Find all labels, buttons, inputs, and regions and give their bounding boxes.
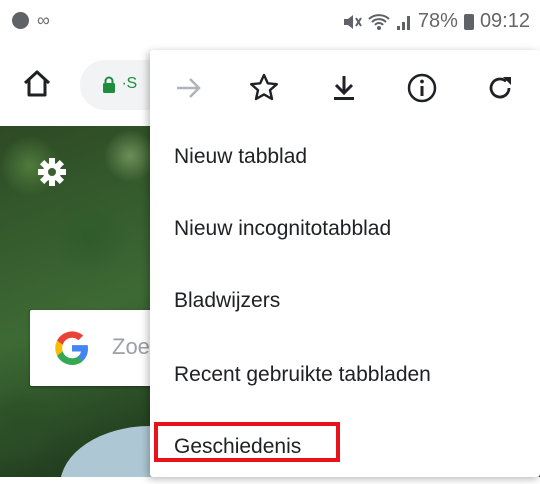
menu-item-new-tab[interactable]: Nieuw tabblad: [150, 122, 540, 194]
forward-icon[interactable]: [172, 72, 204, 104]
menu-item-bookmarks[interactable]: Bladwijzers: [150, 266, 540, 338]
menu-item-label: Recent gebruikte tabbladen: [174, 363, 431, 386]
gear-icon[interactable]: [36, 156, 68, 188]
status-right: 78% 09:12: [342, 10, 530, 33]
menu-item-label: Bladwijzers: [174, 289, 281, 312]
search-placeholder[interactable]: Zoe: [112, 334, 150, 360]
download-icon[interactable]: [328, 72, 360, 104]
bookmark-star-icon[interactable]: [248, 72, 280, 104]
wifi-icon: [368, 13, 390, 30]
lock-icon: [103, 76, 115, 93]
menu-item-recent-tabs[interactable]: Recent gebruikte tabbladen: [150, 340, 540, 412]
reload-icon[interactable]: [484, 72, 516, 104]
clock: 09:12: [479, 10, 530, 32]
omnibox-url[interactable]: ∙S: [122, 75, 137, 93]
highlight-annotation: [154, 422, 340, 462]
menu-item-label: Nieuw incognitotabblad: [174, 217, 392, 240]
menu-item-new-incognito-tab[interactable]: Nieuw incognitotabblad: [150, 194, 540, 266]
menu-icon-row: [150, 50, 540, 128]
status-bar: ∞ 78% 09:12: [0, 0, 540, 42]
infinity-icon: ∞: [37, 10, 50, 30]
battery-percent: 78%: [417, 10, 458, 32]
mute-icon: [343, 14, 362, 29]
notification-dot-icon: [12, 12, 29, 29]
overflow-menu: Nieuw tabblad Nieuw incognitotabblad Bla…: [150, 50, 540, 477]
info-icon[interactable]: [406, 72, 438, 104]
status-left: ∞: [12, 10, 50, 31]
menu-item-label: Nieuw tabblad: [174, 145, 308, 168]
battery-icon: [463, 13, 474, 30]
home-icon[interactable]: [22, 68, 52, 98]
google-g-icon: [55, 331, 88, 365]
signal-icon: [396, 15, 410, 30]
